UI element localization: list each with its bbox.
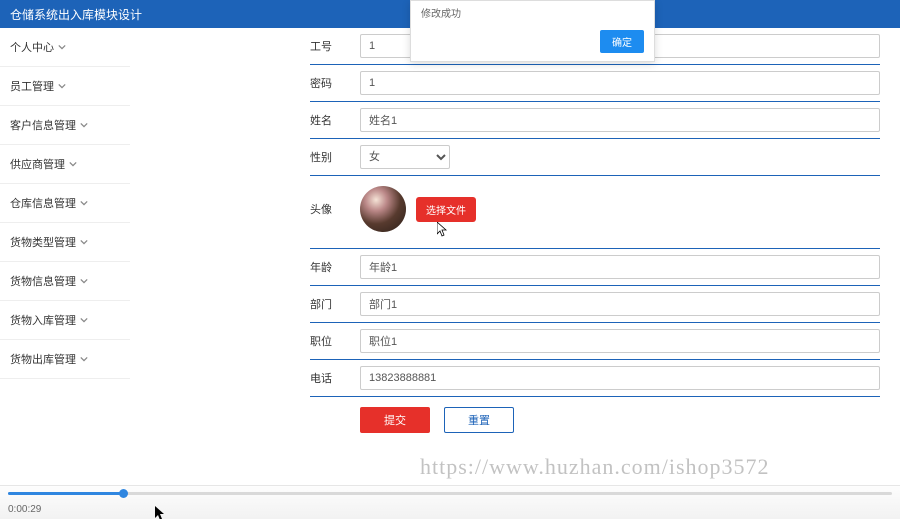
sidebar: 个人中心 员工管理 客户信息管理 供应商管理 仓库信息管理 货物类型管理 货物信… xyxy=(0,28,130,379)
input-xingming[interactable] xyxy=(360,108,880,132)
modal-ok-button[interactable]: 确定 xyxy=(600,30,644,53)
sidebar-item-inbound[interactable]: 货物入库管理 xyxy=(0,301,130,340)
row-xingming: 姓名 xyxy=(310,102,880,139)
submit-button[interactable]: 提交 xyxy=(360,407,430,433)
sidebar-item-label: 货物信息管理 xyxy=(10,273,76,289)
label-mima: 密码 xyxy=(310,75,360,91)
row-dianhua: 电话 xyxy=(310,360,880,397)
avatar xyxy=(360,186,406,232)
chevron-down-icon xyxy=(80,199,88,207)
sidebar-item-label: 供应商管理 xyxy=(10,156,65,172)
chevron-down-icon xyxy=(80,121,88,129)
sidebar-item-label: 个人中心 xyxy=(10,39,54,55)
select-xingbie[interactable]: 女 xyxy=(360,145,450,169)
time-display: 0:00:29 xyxy=(8,504,41,515)
label-bumen: 部门 xyxy=(310,296,360,312)
sidebar-item-goodsinfo[interactable]: 货物信息管理 xyxy=(0,262,130,301)
success-modal: 修改成功 确定 xyxy=(410,0,655,62)
sidebar-item-goodstype[interactable]: 货物类型管理 xyxy=(0,223,130,262)
sidebar-item-profile[interactable]: 个人中心 xyxy=(0,28,130,67)
sidebar-item-warehouse[interactable]: 仓库信息管理 xyxy=(0,184,130,223)
chevron-down-icon xyxy=(80,238,88,246)
video-player-bar: 0:00:29 xyxy=(0,485,900,519)
input-dianhua[interactable] xyxy=(360,366,880,390)
chevron-down-icon xyxy=(58,82,66,90)
chevron-down-icon xyxy=(80,355,88,363)
input-mima[interactable] xyxy=(360,71,880,95)
chevron-down-icon xyxy=(58,43,66,51)
choose-file-button[interactable]: 选择文件 xyxy=(416,197,476,222)
label-xingbie: 性别 xyxy=(310,149,360,165)
reset-button[interactable]: 重置 xyxy=(444,407,514,433)
input-zhiwei[interactable] xyxy=(360,329,880,353)
sidebar-item-customer[interactable]: 客户信息管理 xyxy=(0,106,130,145)
chevron-down-icon xyxy=(80,316,88,324)
sidebar-item-label: 客户信息管理 xyxy=(10,117,76,133)
row-xingbie: 性别 女 xyxy=(310,139,880,176)
row-zhiwei: 职位 xyxy=(310,323,880,360)
progress-thumb[interactable] xyxy=(119,489,128,498)
label-xingming: 姓名 xyxy=(310,112,360,128)
label-gonghao: 工号 xyxy=(310,38,360,54)
label-dianhua: 电话 xyxy=(310,370,360,386)
label-nianling: 年龄 xyxy=(310,259,360,275)
chevron-down-icon xyxy=(69,160,77,168)
sidebar-item-label: 货物类型管理 xyxy=(10,234,76,250)
sidebar-item-label: 货物入库管理 xyxy=(10,312,76,328)
progress-track[interactable] xyxy=(8,492,892,495)
sidebar-item-supplier[interactable]: 供应商管理 xyxy=(0,145,130,184)
label-touxiang: 头像 xyxy=(310,201,360,217)
button-row: 提交 重置 xyxy=(310,397,880,433)
sidebar-item-label: 员工管理 xyxy=(10,78,54,94)
row-nianling: 年龄 xyxy=(310,249,880,286)
label-zhiwei: 职位 xyxy=(310,333,360,349)
main-form: 工号 密码 姓名 性别 女 头像 选择文件 年龄 xyxy=(310,28,880,479)
row-touxiang: 头像 选择文件 xyxy=(310,176,880,249)
input-bumen[interactable] xyxy=(360,292,880,316)
sidebar-item-label: 仓库信息管理 xyxy=(10,195,76,211)
modal-message: 修改成功 xyxy=(421,5,644,20)
progress-fill xyxy=(8,492,123,495)
input-nianling[interactable] xyxy=(360,255,880,279)
row-bumen: 部门 xyxy=(310,286,880,323)
row-mima: 密码 xyxy=(310,65,880,102)
chevron-down-icon xyxy=(80,277,88,285)
sidebar-item-employee[interactable]: 员工管理 xyxy=(0,67,130,106)
sidebar-item-label: 货物出库管理 xyxy=(10,351,76,367)
app-title: 仓储系统出入库模块设计 xyxy=(10,6,142,23)
sidebar-item-outbound[interactable]: 货物出库管理 xyxy=(0,340,130,379)
